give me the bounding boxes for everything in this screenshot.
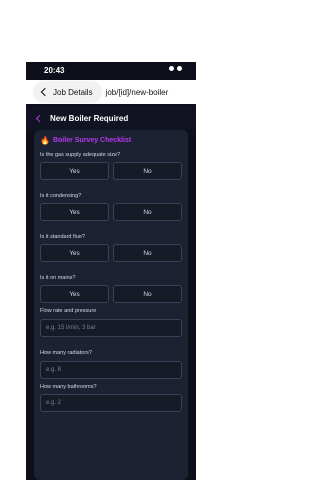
status-icons [169,66,182,71]
standard-flue-yes-button[interactable]: Yes [40,244,109,262]
back-button-label: Job Details [53,87,93,97]
bathrooms-label: How many bathrooms? [40,384,97,390]
question-gas-supply-label: Is the gas supply adequate size? [40,152,121,158]
mains-yes-button[interactable]: Yes [40,285,109,303]
screen-header: New Boiler Required [26,106,196,130]
chevron-left-icon [40,87,50,97]
flow-rate-label: Flow rate and pressure [40,308,97,314]
question-mains-options: Yes No [40,285,182,303]
status-bar: 20:43 [26,62,196,82]
page-title: New Boiler Required [50,113,129,123]
checklist-title: 🔥 Boiler Survey Checklist [40,136,131,145]
condensing-yes-button[interactable]: Yes [40,203,109,221]
gas-supply-no-button[interactable]: No [113,162,182,180]
question-mains-label: Is it on mains? [40,275,76,281]
fire-icon: 🔥 [40,136,50,145]
mains-no-button[interactable]: No [113,285,182,303]
gas-supply-yes-button[interactable]: Yes [40,162,109,180]
question-gas-supply-options: Yes No [40,162,182,180]
battery-icon [177,66,182,71]
signal-icon [169,66,174,71]
phone-screen: 20:43 Job Details job/[id]/new-boiler Ne… [26,62,196,480]
question-standard-flue-label: Is it standard flue? [40,234,85,240]
route-title: job/[id]/new-boiler [105,87,169,97]
bathrooms-input[interactable]: e.g. 2 [40,394,182,412]
checklist-title-text: Boiler Survey Checklist [52,137,132,144]
standard-flue-no-button[interactable]: No [113,244,182,262]
header-back-icon[interactable] [35,114,44,122]
radiators-input[interactable]: e.g. 8 [40,361,182,379]
condensing-no-button[interactable]: No [113,203,182,221]
navigation-bar: Job Details job/[id]/new-boiler [26,80,196,104]
question-condensing-options: Yes No [40,203,182,221]
survey-checklist-card: 🔥 Boiler Survey Checklist Is the gas sup… [34,130,188,480]
status-time: 20:43 [44,66,65,75]
flow-rate-input[interactable]: e.g. 15 l/min, 3 bar [40,319,182,337]
question-standard-flue-options: Yes No [40,244,182,262]
question-condensing-label: Is it condensing? [40,193,82,199]
back-button[interactable]: Job Details [34,82,101,102]
radiators-label: How many radiators? [40,350,92,356]
